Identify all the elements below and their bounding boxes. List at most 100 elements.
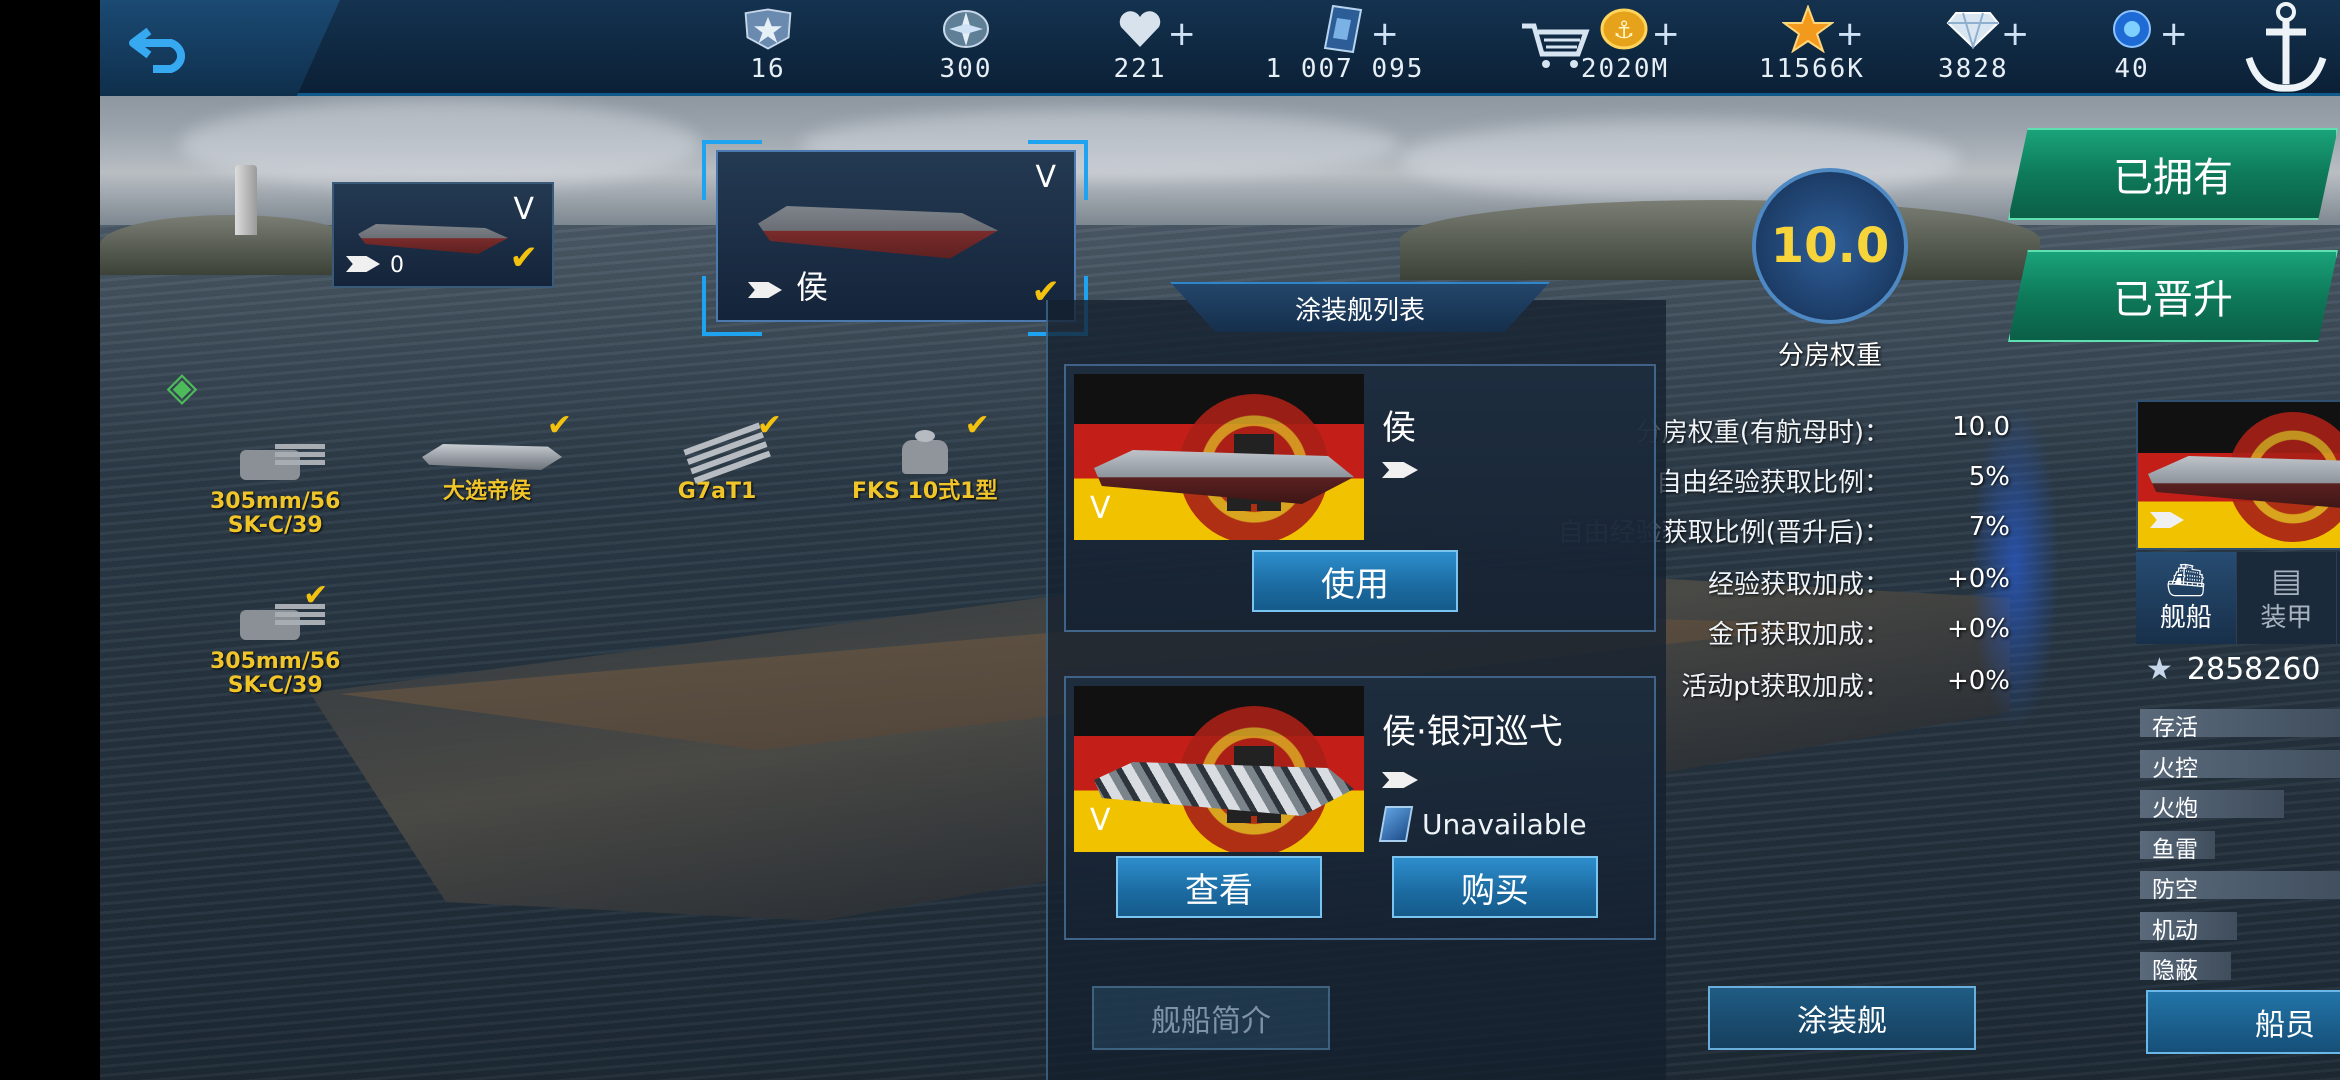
tab-ship[interactable]: ⛴ 舰船 (2136, 552, 2237, 644)
attribute-label: 存活 (2152, 715, 2198, 741)
attribute-row: 机动31 (2140, 909, 2340, 944)
ship-card-small[interactable]: V 0 ✔ (332, 182, 554, 288)
skin-availability: Unavailable (1378, 806, 1587, 842)
skin-ship-button[interactable]: 涂装舰 (1708, 986, 1976, 1050)
module-label: 305mm/56 (210, 489, 341, 514)
diamond-icon: + (1945, 4, 2029, 54)
module-label: 大选帝侯 (442, 479, 531, 504)
resource-cards[interactable]: + 1 007 095 (1266, 4, 1422, 92)
skin-ship-label: 涂装舰 (1797, 1004, 1887, 1039)
buy-skin-button[interactable]: 购买 (1392, 856, 1598, 918)
ship-card-selected[interactable]: V 侯 ✔ (716, 150, 1076, 322)
ship-name: 0 (390, 253, 404, 278)
resource-gems[interactable]: + 40 (2104, 4, 2188, 92)
anchor-menu-icon[interactable] (2238, 0, 2334, 96)
attribute-row: 鱼雷24 (2140, 828, 2340, 863)
torpedo-icon: ✔ (662, 408, 782, 480)
skin-name: 侯 (1382, 408, 1416, 448)
module-hull[interactable]: ✔ 大选帝侯 (412, 408, 572, 504)
ship-rank-value: 2858260 (2186, 652, 2321, 687)
owned-status-button[interactable]: 已拥有 (2008, 128, 2338, 220)
plus-icon[interactable]: + (2160, 14, 2189, 54)
lighthouse (235, 165, 257, 235)
shop-cart-icon[interactable] (1520, 20, 1590, 81)
skin-item-default: V 侯 使用 (1064, 364, 1656, 632)
stat-row: 经验获取加成： +0% (1708, 564, 2010, 604)
resource-diamonds[interactable]: + 3828 (1938, 4, 2029, 92)
stat-value: 10.0 (1952, 412, 2010, 442)
check-icon: ✔ (546, 408, 572, 443)
attribute-row: 隐蔽29 (2140, 949, 2340, 984)
crew-button[interactable]: 船员 (2146, 990, 2340, 1054)
attribute-row: 火控76 (2140, 747, 2340, 782)
resource-stars[interactable]: + 11566K (1759, 4, 1864, 92)
resource-compass[interactable]: 300 (938, 4, 994, 92)
skin-list-title-text: 涂装舰列表 (1294, 295, 1425, 326)
module-torpedo[interactable]: ✔ G7aT1 (662, 408, 782, 504)
module-label: FKS 10式1型 (852, 479, 998, 504)
attribute-row: 存活67 (2140, 706, 2340, 741)
heart-icon: + (1112, 4, 1196, 54)
promoted-status-button[interactable]: 已晋升 (2008, 250, 2338, 342)
turret-icon: ✔ (220, 578, 330, 650)
ship-info-tabs: ⛴舰船 ▤装甲 ▣模块 (2136, 552, 2340, 644)
attribute-label: 机动 (2152, 917, 2198, 944)
plus-icon[interactable]: + (1168, 14, 1197, 54)
view-skin-button[interactable]: 查看 (1116, 856, 1322, 918)
module-secondary-gun[interactable]: ✔ 305mm/56 SK-C/39 (210, 578, 340, 698)
compass-icon (938, 4, 994, 54)
attribute-label: 鱼雷 (2152, 836, 2198, 863)
plus-icon[interactable]: + (1371, 14, 1400, 54)
plus-icon[interactable]: + (1836, 14, 1865, 54)
ship-intro-label: 舰船简介 (1151, 1004, 1271, 1039)
ship-skin-preview[interactable]: V 侯 (2136, 400, 2340, 550)
buy-skin-label: 购买 (1461, 870, 1529, 911)
plus-icon[interactable]: + (1652, 14, 1681, 54)
ship-thumbnail (358, 224, 508, 254)
stat-value: 5% (1968, 462, 2010, 492)
gold-coin-icon: ⚓ + (1596, 4, 1680, 54)
resource-stars-value: 11566K (1759, 54, 1865, 84)
tab-armor[interactable]: ▤ 装甲 (2237, 552, 2338, 644)
top-resource-bar: 16 300 + 221 + 1 007 095 ⚓ + 2020M + 115… (100, 0, 2340, 96)
ship-rank-row: ★ 2858260 (2146, 652, 2321, 687)
card-icon (1378, 806, 1414, 842)
ship-class-icon (346, 256, 380, 272)
ship-name: 侯 (796, 268, 829, 306)
back-button[interactable] (122, 20, 202, 76)
stat-row: 活动pt获取加成： +0% (1681, 666, 2010, 706)
module-fire-control[interactable]: ✔ FKS 10式1型 (852, 408, 998, 504)
skin-thumbnail: V (1074, 686, 1364, 852)
back-arrow-icon (129, 27, 186, 73)
resource-health[interactable]: + 221 (1112, 4, 1196, 92)
attribute-label: 火控 (2152, 755, 2198, 782)
stat-key: 分房权重(有航母时)： (1635, 418, 1890, 448)
check-icon: ✔ (509, 238, 539, 278)
ship-intro-button[interactable]: 舰船简介 (1092, 986, 1330, 1050)
target-locate-icon[interactable]: ◈ (160, 365, 204, 409)
promoted-label: 已晋升 (2113, 277, 2233, 323)
use-skin-label: 使用 (1321, 564, 1389, 605)
rank-badge-icon (740, 4, 796, 54)
resource-rank[interactable]: 16 (740, 4, 796, 92)
ship-thumbnail (758, 206, 998, 259)
owned-label: 已拥有 (2113, 155, 2233, 201)
selection-bracket (702, 140, 762, 200)
svg-text:⚓: ⚓ (1613, 16, 1635, 44)
resource-rank-value: 16 (750, 54, 786, 84)
rating-label: 分房权重 (1777, 341, 1882, 371)
resource-health-value: 221 (1113, 54, 1167, 84)
use-skin-button[interactable]: 使用 (1252, 550, 1458, 612)
radar-icon: ✔ (870, 408, 990, 480)
resource-gold[interactable]: ⚓ + 2020M (1581, 4, 1680, 92)
attribute-label: 隐蔽 (2152, 958, 2198, 984)
module-main-gun[interactable]: 305mm/56 SK-C/39 (210, 430, 340, 538)
star-icon: + (1780, 4, 1864, 54)
check-icon: ✔ (756, 408, 782, 443)
skin-item-galaxy: V 侯·银河巡弋 Unavailable 查看 购买 (1064, 676, 1656, 940)
stat-row: 自由经验获取比例： 5% (1656, 462, 2010, 502)
plus-icon[interactable]: + (2001, 14, 2030, 54)
island (1400, 200, 2040, 280)
stat-value: +0% (1946, 614, 2010, 644)
check-icon: ✔ (964, 408, 990, 443)
